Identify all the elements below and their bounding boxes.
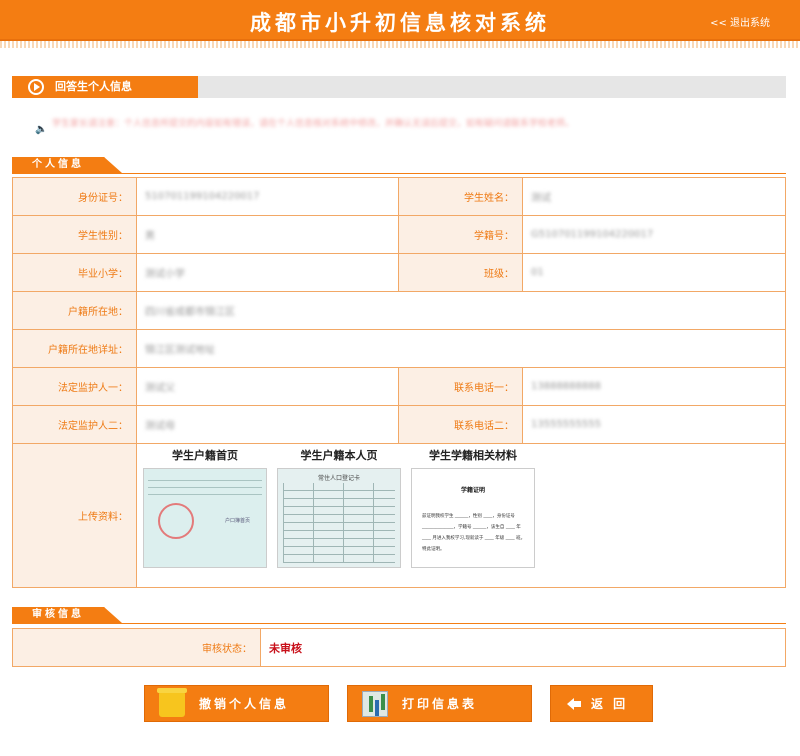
class-value: 01 — [531, 267, 544, 278]
logout-link[interactable]: << 退出系统 — [710, 14, 770, 29]
table-row: 法定监护人二： 测试母 联系电话二： 13555555555 — [12, 405, 786, 444]
household-location-cell: 四川省成都市锦江区 — [136, 291, 786, 330]
thumb-grid — [283, 483, 395, 563]
upload-caption: 学生户籍本人页 — [300, 449, 378, 462]
audit-ribbon-line — [12, 623, 786, 624]
print-info-label: 打印信息表 — [402, 697, 478, 711]
household-address-value: 锦江区测试地址 — [145, 345, 215, 356]
phone2-cell: 13555555555 — [522, 405, 786, 444]
thumb-lines — [148, 475, 262, 495]
student-name-label: 学生姓名： — [398, 177, 523, 216]
phone1-value: 13888888888 — [531, 381, 601, 392]
phone1-cell: 13888888888 — [522, 367, 786, 406]
guardian1-value: 测试父 — [145, 383, 175, 394]
guardian1-cell: 测试父 — [136, 367, 399, 406]
gender-cell: 男 — [136, 215, 399, 254]
class-label: 班级： — [398, 253, 523, 292]
id-number-value: 510701199104220017 — [145, 191, 260, 202]
phone2-value: 13555555555 — [531, 419, 601, 430]
table-row: 上传资料： 学生户籍首页 户口簿首页 学生户籍本人页 常住人口登记卡 学生学籍相… — [12, 443, 786, 588]
table-row: 审核状态： 未审核 — [12, 628, 786, 667]
household-front-thumbnail[interactable]: 户口簿首页 — [143, 468, 267, 568]
table-row: 学生性别： 男 学籍号： G510701199104220017 — [12, 215, 786, 254]
play-icon — [28, 79, 44, 95]
upload-caption: 学生户籍首页 — [172, 449, 238, 462]
revoke-info-button[interactable]: 撤销个人信息 — [144, 685, 329, 722]
id-number-label: 身份证号： — [12, 177, 137, 216]
table-row: 身份证号： 510701199104220017 学生姓名： 测试 — [12, 177, 786, 216]
audit-info-heading: 审核信息 — [32, 609, 84, 620]
primary-school-value: 测试小学 — [145, 269, 185, 280]
upload-cell: 学生户籍首页 户口簿首页 学生户籍本人页 常住人口登记卡 学生学籍相关材料 学籍… — [136, 443, 786, 588]
household-address-label: 户籍所在地详址： — [12, 329, 137, 368]
school-record-thumbnail[interactable]: 学籍证明 兹证明我校学生 ______，性别 ____，身份证号 _______… — [411, 468, 535, 568]
student-no-cell: G510701199104220017 — [522, 215, 786, 254]
audit-status-value: 未审核 — [260, 628, 786, 667]
header-stripe — [0, 41, 800, 48]
guardian2-label: 法定监护人二： — [12, 405, 137, 444]
back-button[interactable]: 返 回 — [550, 685, 653, 722]
primary-school-label: 毕业小学： — [12, 253, 137, 292]
speaker-icon: 🔈 — [35, 124, 48, 135]
seal-icon — [158, 503, 194, 539]
upload-item-school-record[interactable]: 学生学籍相关材料 学籍证明 兹证明我校学生 ______，性别 ____，身份证… — [411, 444, 535, 568]
thumb-text: 常住人口登记卡 — [317, 475, 360, 482]
student-no-value: G510701199104220017 — [531, 229, 654, 240]
arrow-left-icon — [567, 697, 581, 711]
guardian2-cell: 测试母 — [136, 405, 399, 444]
upload-item-household-self[interactable]: 学生户籍本人页 常住人口登记卡 — [277, 444, 401, 568]
notice-text: 学生家长请注意：个人信息所提交的内容如有错误，请在个人信息核对系统中修改，并确认… — [52, 119, 575, 129]
trash-bin-icon — [157, 687, 187, 717]
table-row: 法定监护人一： 测试父 联系电话一： 13888888888 — [12, 367, 786, 406]
page-title: 成都市小升初信息核对系统 — [250, 11, 550, 35]
thumb-text: 户口簿首页 — [224, 518, 250, 524]
table-row: 户籍所在地详址： 锦江区测试地址 — [12, 329, 786, 368]
print-info-button[interactable]: 打印信息表 — [347, 685, 532, 722]
household-self-thumbnail[interactable]: 常住人口登记卡 — [277, 468, 401, 568]
revoke-info-label: 撤销个人信息 — [199, 697, 290, 711]
section-tab: 回答生个人信息 — [12, 76, 198, 98]
table-row: 毕业小学： 测试小学 班级： 01 — [12, 253, 786, 292]
personal-info-heading: 个人信息 — [32, 159, 84, 170]
guardian2-value: 测试母 — [145, 421, 175, 432]
upload-caption: 学生学籍相关材料 — [429, 449, 517, 462]
audit-info-ribbon: 审核信息 — [12, 607, 122, 623]
student-no-label: 学籍号： — [398, 215, 523, 254]
personal-ribbon-line — [12, 173, 786, 174]
id-number-cell: 510701199104220017 — [136, 177, 399, 216]
audit-status-label: 审核状态： — [12, 628, 261, 667]
gender-label: 学生性别： — [12, 215, 137, 254]
upload-gallery: 学生户籍首页 户口簿首页 学生户籍本人页 常住人口登记卡 学生学籍相关材料 学籍… — [137, 444, 785, 568]
print-report-icon — [362, 690, 388, 717]
student-name-cell: 测试 — [522, 177, 786, 216]
section-title: 回答生个人信息 — [55, 80, 132, 93]
back-label: 返 回 — [591, 697, 629, 711]
household-location-value: 四川省成都市锦江区 — [145, 307, 235, 318]
personal-info-table: 身份证号： 510701199104220017 学生姓名： 测试 学生性别： … — [12, 177, 786, 588]
section-bar: 回答生个人信息 — [12, 76, 786, 98]
guardian1-label: 法定监护人一： — [12, 367, 137, 406]
household-address-cell: 锦江区测试地址 — [136, 329, 786, 368]
personal-info-ribbon: 个人信息 — [12, 157, 122, 173]
class-cell: 01 — [522, 253, 786, 292]
upload-label: 上传资料： — [12, 443, 137, 588]
primary-school-cell: 测试小学 — [136, 253, 399, 292]
thumb-text: 学籍证明 — [460, 487, 485, 494]
gender-value: 男 — [145, 231, 155, 242]
household-location-label: 户籍所在地： — [12, 291, 137, 330]
table-row: 户籍所在地： 四川省成都市锦江区 — [12, 291, 786, 330]
phone2-label: 联系电话二： — [398, 405, 523, 444]
phone1-label: 联系电话一： — [398, 367, 523, 406]
top-banner: 成都市小升初信息核对系统 << 退出系统 — [0, 0, 800, 41]
thumb-body-text: 兹证明我校学生 ______，性别 ____，身份证号 ____________… — [422, 514, 526, 552]
student-name-value: 测试 — [531, 193, 551, 204]
upload-item-household-front[interactable]: 学生户籍首页 户口簿首页 — [143, 444, 267, 568]
audit-table: 审核状态： 未审核 — [12, 628, 786, 667]
